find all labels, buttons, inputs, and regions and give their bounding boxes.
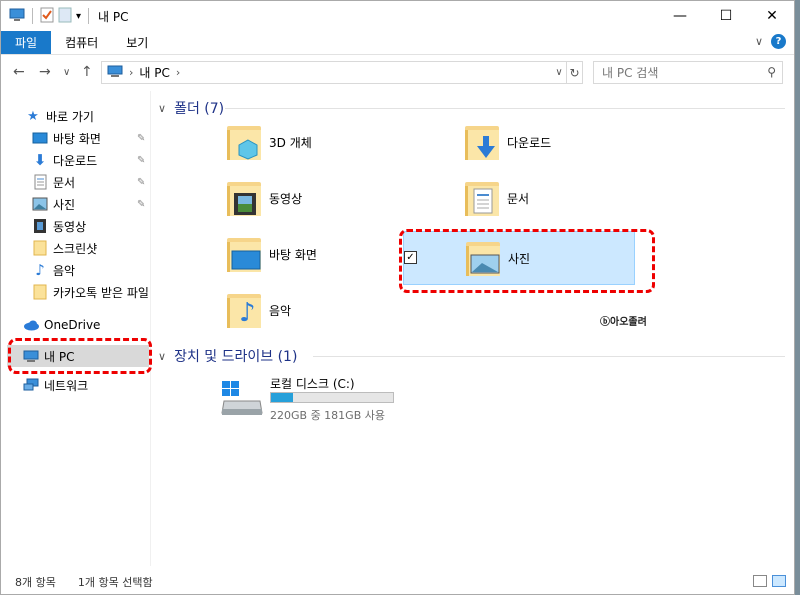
watermark-text: ⓑ아오졸려: [600, 317, 647, 328]
status-bar: 8개 항목 1개 항목 선택함: [1, 569, 794, 595]
documents-folder-icon: [461, 176, 505, 220]
collapse-chevron-icon[interactable]: ∨: [158, 350, 166, 363]
status-selected-count: 1개 항목 선택함: [77, 576, 153, 589]
toolbar-separator: [32, 8, 33, 24]
search-placeholder: 내 PC 검색: [602, 66, 659, 80]
drive-usage-bar: [270, 392, 394, 403]
3d-objects-folder-icon: [223, 120, 267, 164]
breadcrumb-chevron-icon[interactable]: ›: [129, 66, 133, 79]
recent-locations-icon[interactable]: ∨: [63, 67, 70, 78]
sidebar-item-videos[interactable]: 동영상: [1, 215, 151, 237]
tab-view[interactable]: 보기: [112, 31, 162, 54]
picture-icon: [32, 196, 48, 212]
quick-access-toolbar: ▾: [1, 7, 92, 26]
sidebar-item-music[interactable]: ♪ 음악: [1, 259, 151, 281]
group-divider: [313, 356, 785, 357]
maximize-button[interactable]: ☐: [703, 1, 749, 31]
refresh-icon[interactable]: ↻: [566, 61, 583, 84]
cloud-icon: [23, 317, 39, 333]
view-toggle: [753, 575, 786, 587]
sidebar-item-onedrive[interactable]: OneDrive: [1, 314, 151, 336]
breadcrumb-item[interactable]: 내 PC: [139, 64, 169, 81]
folder-icon: [32, 284, 48, 300]
tab-file[interactable]: 파일: [1, 31, 52, 54]
music-icon: ♪: [35, 261, 45, 279]
desktop-folder-icon: [223, 232, 267, 276]
video-icon: [32, 218, 48, 234]
content-pane: ∨ 폴더 (7) 3D 개체 다운로드 동영상 문서 바탕 화면 사진 ♪ 음악…: [153, 91, 795, 566]
pictures-folder-icon: [462, 236, 506, 280]
sidebar-item-screenshots[interactable]: 스크린샷: [1, 237, 151, 259]
tab-computer[interactable]: 컴퓨터: [51, 31, 112, 54]
pin-icon[interactable]: ✎: [137, 133, 145, 144]
status-item-count: 8개 항목: [15, 576, 56, 589]
ribbon-tabs: 파일 컴퓨터 보기 ∨ ?: [1, 31, 794, 55]
sidebar-item-kakaotalk-files[interactable]: 카카오톡 받은 파일: [1, 281, 151, 303]
pin-icon[interactable]: ✎: [137, 199, 145, 210]
customize-toolbar-icon[interactable]: ▾: [76, 11, 81, 22]
sidebar-item-network[interactable]: 네트워크: [1, 374, 151, 396]
desktop-icon: [32, 130, 48, 146]
selection-checkbox[interactable]: ✓: [404, 251, 417, 264]
star-icon: ★: [27, 108, 39, 124]
folder-tile-videos[interactable]: 동영상: [223, 171, 455, 225]
sidebar-item-desktop[interactable]: 바탕 화면 ✎: [1, 127, 151, 149]
document-icon: [32, 174, 48, 190]
address-bar[interactable]: › 내 PC ›: [101, 61, 583, 84]
drive-usage-fill: [271, 393, 293, 402]
computer-icon: [107, 65, 123, 81]
sidebar-item-downloads[interactable]: ⬇ 다운로드 ✎: [1, 149, 151, 171]
group-header-folders[interactable]: ∨ 폴더 (7): [158, 98, 224, 118]
sidebar-item-pictures[interactable]: 사진 ✎: [1, 193, 151, 215]
downloads-folder-icon: [461, 120, 505, 164]
ribbon-right-controls: ∨ ?: [755, 34, 786, 49]
breadcrumb-chevron-icon[interactable]: ›: [176, 66, 180, 79]
title-bar: ▾ 내 PC — ☐ ✕: [1, 1, 794, 31]
drive-name: 로컬 디스크 (C:): [270, 377, 355, 391]
close-button[interactable]: ✕: [749, 1, 795, 31]
drive-tile-c[interactable]: 로컬 디스크 (C:) 220GB 중 181GB 사용: [218, 373, 458, 423]
folder-tile-pictures[interactable]: 사진: [403, 231, 635, 285]
folder-tile-downloads[interactable]: 다운로드: [461, 115, 693, 169]
navigation-pane: ★ 바로 가기 바탕 화면 ✎ ⬇ 다운로드 ✎ 문서 ✎ 사진 ✎ 동영상 스…: [1, 91, 151, 566]
file-explorer-window: ▾ 내 PC — ☐ ✕ 파일 컴퓨터 보기 ∨ ? ← → ∨ ↑ › 내 P…: [0, 0, 795, 595]
forward-arrow-icon[interactable]: →: [39, 64, 51, 80]
tiles-view-icon[interactable]: [772, 575, 786, 587]
collapse-chevron-icon[interactable]: ∨: [158, 102, 166, 115]
computer-icon: [9, 8, 25, 25]
pin-icon[interactable]: ✎: [137, 177, 145, 188]
folder-tile-3d-objects[interactable]: 3D 개체: [223, 115, 455, 169]
sidebar-item-documents[interactable]: 문서 ✎: [1, 171, 151, 193]
drive-usage-text: 220GB 중 181GB 사용: [270, 409, 385, 422]
expand-ribbon-icon[interactable]: ∨: [755, 35, 763, 48]
minimize-button[interactable]: —: [657, 1, 703, 31]
desktop-background-edge: [795, 0, 800, 595]
help-icon[interactable]: ?: [771, 34, 786, 49]
details-view-icon[interactable]: [753, 575, 767, 587]
address-dropdown-icon[interactable]: ∨: [552, 61, 566, 84]
properties-icon[interactable]: [40, 7, 54, 26]
search-input[interactable]: 내 PC 검색 ⚲: [593, 61, 783, 84]
folder-tile-music[interactable]: ♪ 음악: [223, 283, 455, 337]
hard-drive-icon: [221, 381, 263, 415]
music-folder-icon: ♪: [223, 288, 267, 332]
folder-icon: [32, 240, 48, 256]
pin-icon[interactable]: ✎: [137, 155, 145, 166]
network-icon: [23, 377, 39, 393]
window-title: 내 PC: [98, 9, 129, 24]
group-header-drives[interactable]: ∨ 장치 및 드라이브 (1): [158, 346, 297, 366]
back-arrow-icon[interactable]: ←: [13, 64, 25, 80]
new-folder-icon[interactable]: [58, 7, 72, 26]
download-icon: ⬇: [33, 151, 47, 169]
videos-folder-icon: [223, 176, 267, 220]
up-arrow-icon[interactable]: ↑: [81, 64, 93, 80]
computer-icon: [23, 348, 39, 364]
sidebar-item-quick-access[interactable]: ★ 바로 가기: [25, 105, 151, 127]
group-divider: [225, 108, 785, 109]
navigation-bar: ← → ∨ ↑ › 내 PC › ∨ ↻ 내 PC 검색 ⚲: [1, 56, 794, 90]
folder-tile-documents[interactable]: 문서: [461, 171, 693, 225]
search-icon[interactable]: ⚲: [767, 65, 776, 79]
toolbar-separator: [88, 8, 90, 24]
sidebar-item-this-pc[interactable]: 내 PC: [7, 345, 149, 367]
